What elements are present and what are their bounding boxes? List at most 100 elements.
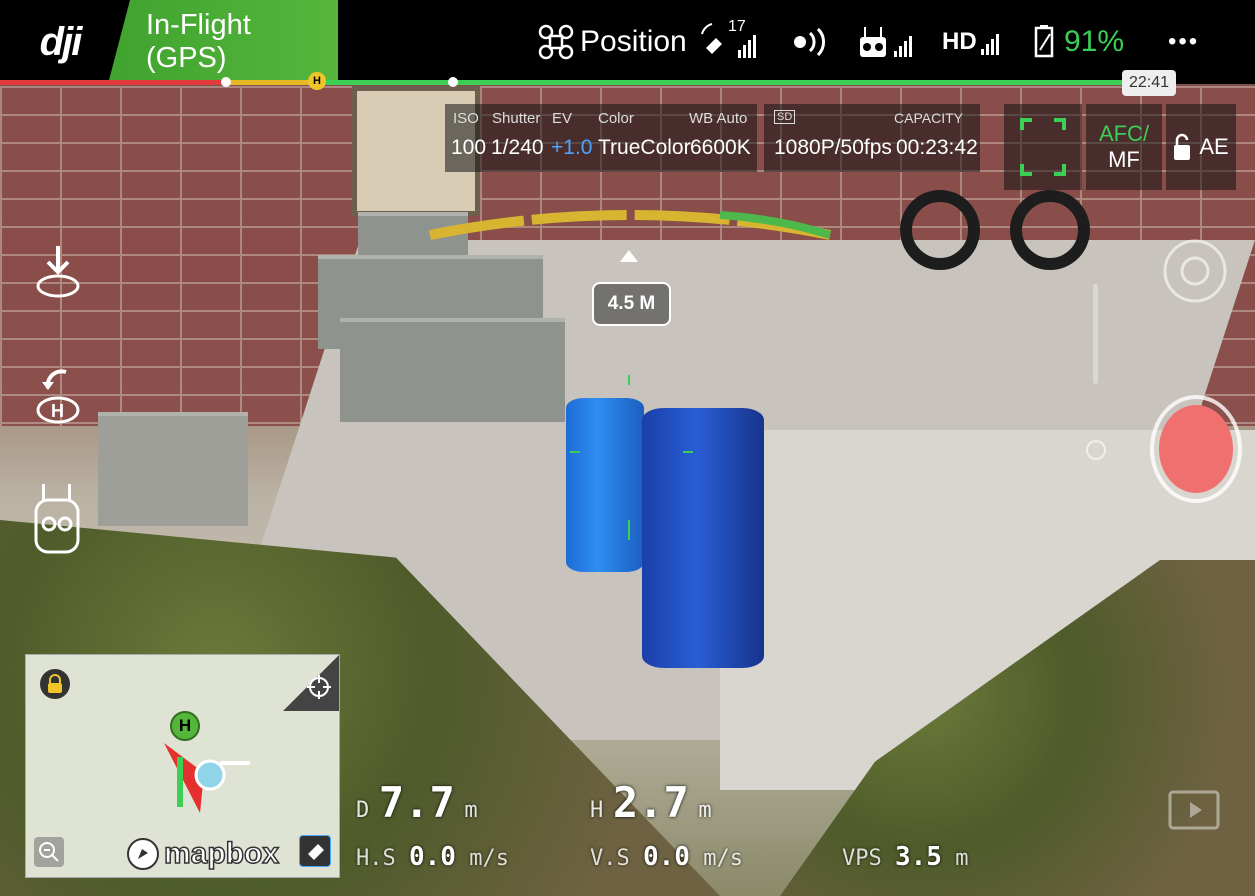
flight-status-button[interactable]: In-Flight (GPS): [108, 0, 338, 84]
lock-open-icon: [1174, 133, 1191, 160]
hd-label: HD: [942, 28, 977, 55]
lock-icon: [48, 674, 62, 693]
record-button[interactable]: [1150, 395, 1242, 503]
focus-frame-icon: [1020, 118, 1066, 176]
remote-controller-icon: [34, 484, 80, 554]
video-signal[interactable]: HD: [942, 0, 1007, 84]
horizontal-speed-readout: H.S 0.0 m/s: [356, 842, 509, 872]
timeline-marker: [448, 77, 458, 87]
vs-label: V.S: [590, 846, 630, 871]
obstacle-distance-tag: 4.5 M: [592, 282, 671, 326]
vps-readout: VPS 3.5 m: [842, 842, 968, 872]
vps-label: VPS: [842, 846, 882, 871]
stair-step: [340, 318, 565, 422]
vs-unit: m/s: [703, 846, 743, 871]
battery-critical-segment: [0, 80, 230, 85]
svg-text:H: H: [51, 401, 64, 421]
vision-sensor-icon: [794, 27, 825, 57]
battery-status[interactable]: 91%: [1030, 0, 1124, 84]
camera-settings-panel[interactable]: ISO Shutter EV Color WB Auto 100 1/240 +…: [445, 104, 757, 172]
home-return-marker: H: [308, 72, 326, 90]
satellite-count: 17: [728, 18, 746, 35]
flight-mode-selector[interactable]: Position: [538, 0, 687, 84]
playback-icon[interactable]: [1166, 786, 1222, 834]
signal-bars-icon: [980, 34, 999, 55]
ev-label: EV: [552, 110, 573, 127]
distance-value: 7.7: [378, 778, 455, 827]
resolution-value: 1080P/50fps: [774, 136, 892, 159]
metering-mode-button[interactable]: [1004, 104, 1082, 190]
hs-label: H.S: [356, 846, 396, 871]
ev-value: +1.0: [551, 136, 593, 159]
shutter-value: 1/240: [491, 136, 544, 159]
rc-mode-button[interactable]: [32, 484, 84, 554]
sd-card-icon: SD: [774, 110, 796, 124]
height-unit: m: [698, 798, 712, 823]
height-label: H: [590, 798, 604, 823]
camera-switch-icon[interactable]: [1160, 236, 1230, 306]
ae-lock-button[interactable]: AE: [1166, 104, 1236, 190]
battery-percent: 91%: [1064, 25, 1125, 58]
vertical-speed-readout: V.S 0.0 m/s: [590, 842, 743, 872]
iso-value: 100: [451, 136, 487, 159]
wb-label: WB Auto: [689, 110, 748, 127]
aircraft-heading-icon: [164, 743, 250, 813]
flight-mode-label: In-Flight (GPS): [146, 9, 251, 74]
vps-value: 3.5: [895, 842, 942, 872]
zoom-out-button[interactable]: [34, 837, 64, 867]
height-value: 2.7: [612, 778, 689, 827]
obstacle-arc: [429, 210, 832, 240]
distance-label: D: [356, 798, 370, 823]
mf-label: MF: [1108, 147, 1140, 172]
obstacle-direction-icon: [620, 250, 638, 262]
shutter-label: Shutter: [492, 110, 541, 127]
height-readout: H 2.7 m: [590, 778, 712, 827]
concrete-block: [98, 412, 248, 526]
mapbox-logo-text: mapbox: [163, 836, 280, 871]
obstacle-sensing[interactable]: [792, 0, 830, 84]
iso-label: ISO: [453, 110, 479, 127]
top-status-bar: dji In-Flight (GPS) Position 17 HD 91% •…: [0, 0, 1255, 84]
drone-icon: [538, 24, 574, 60]
afc-label: AFC/: [1098, 121, 1150, 146]
slider-handle[interactable]: [1086, 440, 1106, 460]
mode-slider-track[interactable]: [1093, 284, 1098, 384]
auto-land-icon: [36, 246, 80, 298]
hs-value: 0.0: [409, 842, 456, 872]
return-to-home-button[interactable]: H: [32, 366, 84, 426]
vps-unit: m: [955, 846, 969, 871]
remote-controller-signal-icon: [860, 27, 912, 57]
gps-status[interactable]: 17: [700, 0, 760, 84]
color-label: Color: [598, 110, 634, 127]
hs-unit: m/s: [469, 846, 509, 871]
rc-signal[interactable]: [858, 0, 922, 84]
capacity-value: 00:23:42: [896, 136, 978, 159]
distance-readout: D 7.7 m: [356, 778, 478, 827]
battery-low-segment: [230, 80, 320, 85]
takeoff-land-button[interactable]: [32, 242, 84, 302]
wb-value: 6600K: [690, 136, 751, 159]
mapbox-logo-icon: [127, 838, 159, 870]
rth-icon: H: [36, 369, 80, 424]
remaining-flight-time: 22:41: [1122, 70, 1176, 96]
dji-logo[interactable]: dji: [0, 0, 120, 84]
mini-map[interactable]: H mapbox: [25, 654, 340, 878]
storage-panel[interactable]: SD CAPACITY 1080P/50fps 00:23:42: [764, 104, 980, 172]
vs-value: 0.0: [643, 842, 690, 872]
mapbox-attribution: mapbox: [126, 836, 280, 871]
battery-icon: [1034, 25, 1054, 58]
record-icon: [1159, 405, 1233, 493]
map-layer-button[interactable]: [299, 835, 331, 867]
map-lock-button[interactable]: [40, 669, 70, 699]
ae-label: AE: [1199, 134, 1229, 159]
flight-mode-name: Position: [580, 25, 687, 58]
focus-mode-button[interactable]: AFC/ MF: [1086, 104, 1162, 190]
reticle: [570, 375, 693, 540]
eraser-icon: [308, 844, 324, 860]
timeline-marker: [221, 77, 231, 87]
color-value: TrueColor: [598, 136, 691, 159]
capacity-label: CAPACITY: [894, 110, 963, 126]
distance-unit: m: [464, 798, 478, 823]
zoom-out-icon: [39, 842, 59, 862]
crosshair-icon: [307, 675, 331, 699]
